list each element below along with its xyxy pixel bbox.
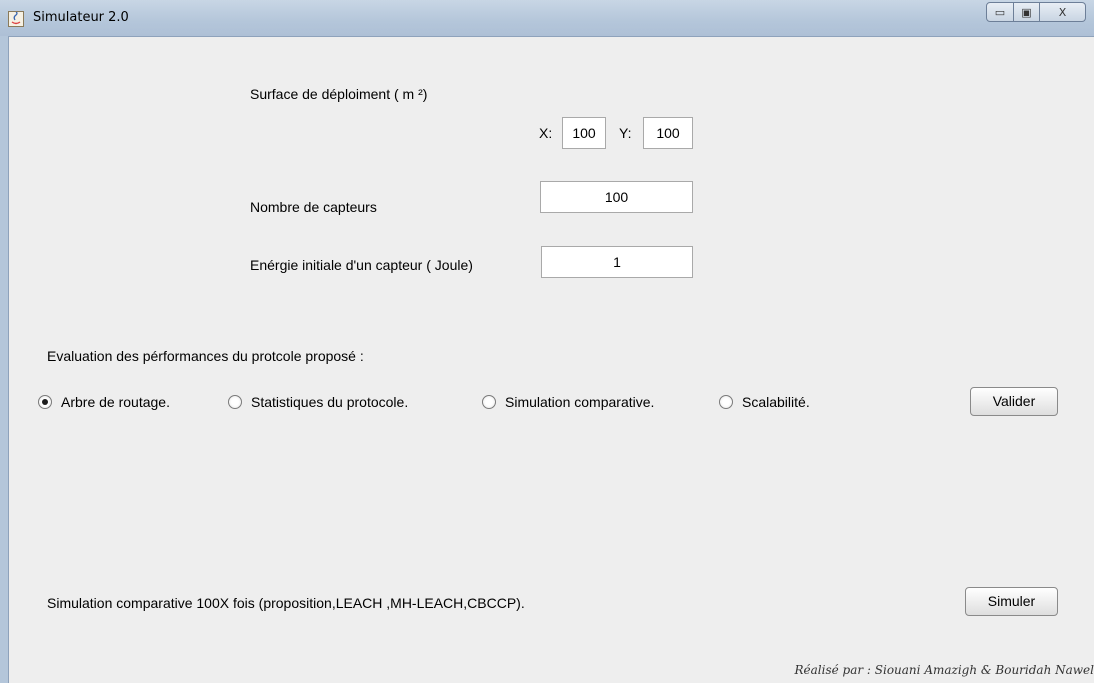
radio-selected-icon bbox=[38, 395, 52, 409]
maximize-icon: ▣ bbox=[1021, 5, 1032, 19]
radio-scalability-label: Scalabilité. bbox=[742, 394, 810, 410]
comparative-simulation-label: Simulation comparative 100X fois (propos… bbox=[47, 595, 525, 611]
radio-routing-tree[interactable]: Arbre de routage. bbox=[38, 394, 170, 410]
radio-protocol-statistics-label: Statistiques du protocole. bbox=[251, 394, 409, 410]
x-label: X: bbox=[539, 125, 553, 141]
minimize-icon: ▭ bbox=[994, 5, 1006, 19]
window-controls: ▭ ▣ X bbox=[986, 2, 1086, 22]
window-left-border bbox=[0, 36, 9, 683]
maximize-button[interactable]: ▣ bbox=[1014, 2, 1040, 22]
radio-routing-tree-label: Arbre de routage. bbox=[61, 394, 170, 410]
radio-protocol-statistics[interactable]: Statistiques du protocole. bbox=[228, 394, 408, 410]
initial-energy-field[interactable]: 1 bbox=[541, 246, 693, 278]
credits-signature: Réalisé par : Siouani Amazigh & Bouridah… bbox=[794, 663, 1094, 677]
simulate-button[interactable]: Simuler bbox=[965, 587, 1058, 616]
radio-comparative-simulation[interactable]: Simulation comparative. bbox=[482, 394, 654, 410]
radio-unselected-icon bbox=[719, 395, 733, 409]
evaluation-heading: Evaluation des pérformances du protcole … bbox=[47, 348, 364, 364]
window-title: Simulateur 2.0 bbox=[33, 10, 129, 25]
x-field[interactable]: 100 bbox=[562, 117, 606, 149]
initial-energy-label: Enérgie initiale d'un capteur ( Joule) bbox=[250, 257, 473, 273]
y-field[interactable]: 100 bbox=[643, 117, 693, 149]
close-icon: X bbox=[1058, 5, 1067, 19]
close-button[interactable]: X bbox=[1040, 2, 1086, 22]
sensor-count-label: Nombre de capteurs bbox=[250, 199, 377, 215]
radio-comparative-simulation-label: Simulation comparative. bbox=[505, 394, 655, 410]
deployment-surface-label: Surface de déploiment ( m ²) bbox=[250, 86, 428, 102]
java-app-icon bbox=[8, 11, 24, 27]
validate-button[interactable]: Valider bbox=[970, 387, 1058, 416]
sensor-count-field[interactable]: 100 bbox=[540, 181, 693, 213]
radio-unselected-icon bbox=[228, 395, 242, 409]
y-label: Y: bbox=[619, 125, 632, 141]
minimize-button[interactable]: ▭ bbox=[986, 2, 1014, 22]
title-bar[interactable]: Simulateur 2.0 ▭ ▣ X bbox=[0, 0, 1094, 37]
radio-unselected-icon bbox=[482, 395, 496, 409]
radio-scalability[interactable]: Scalabilité. bbox=[719, 394, 810, 410]
